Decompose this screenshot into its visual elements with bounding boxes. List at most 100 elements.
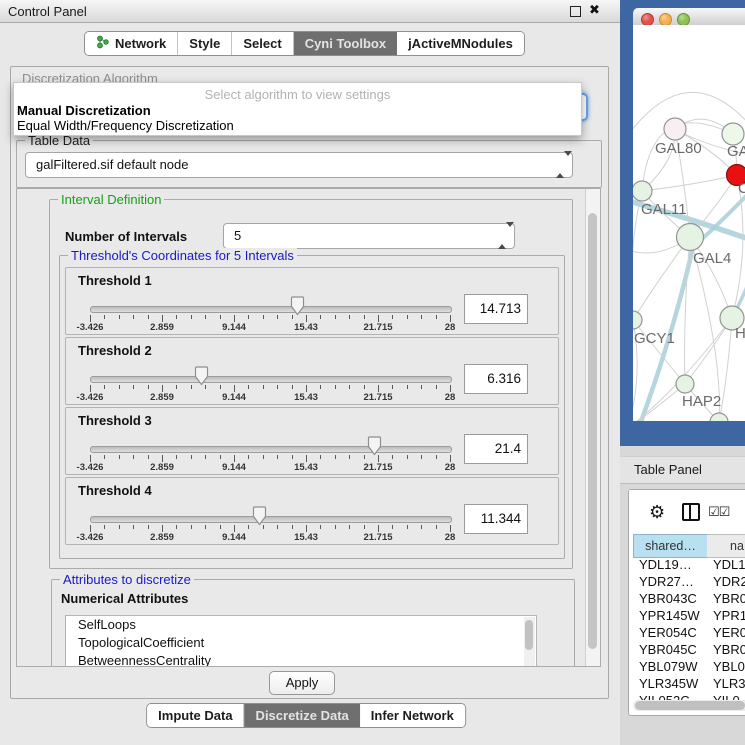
threshold-value-field[interactable]: 21.4 [464,434,528,464]
table-data-group: Table Data galFiltered.sif default node [16,140,602,188]
algorithm-option-manual[interactable]: Manual Discretization [17,103,151,118]
slider-tick-label: 21.715 [348,392,408,403]
thresholds-group-title: Threshold's Coordinates for 5 Intervals [68,248,297,263]
slider-tick-label: 9.144 [204,322,264,333]
bottom-tab-bar: Impute Data Discretize DataInfer Network [146,703,466,728]
tab-style[interactable]: Style [178,32,232,55]
slider-thumb[interactable] [367,436,382,456]
panel-vertical-scrollbar[interactable] [585,189,600,666]
table-row[interactable]: YPR145WYPR1 [633,607,745,624]
gear-icon[interactable]: ⚙ [649,502,665,523]
slider-tick [378,455,379,462]
threshold-value-field[interactable]: 6.316 [464,364,528,394]
tab-cyni-toolbox[interactable]: Cyni Toolbox [294,32,397,55]
network-node[interactable] [664,118,686,140]
number-of-intervals-combobox[interactable]: 5 [223,223,515,249]
table-row[interactable]: YBR043CYBR0 [633,590,745,607]
network-node[interactable] [677,224,704,251]
network-node[interactable] [633,181,652,201]
slider-tick-label: 21.715 [348,532,408,543]
threshold-value-field[interactable]: 11.344 [464,504,528,534]
slider-tick [248,525,249,529]
table-horizontal-scrollbar[interactable] [633,700,745,711]
attribute-list-item[interactable]: TopologicalCoefficient [66,634,536,652]
slider-track[interactable] [90,306,452,313]
bottom-tab-label: Impute Data [158,708,232,723]
cell-name: YDR2 [713,574,745,589]
algorithm-option-equal-width[interactable]: Equal Width/Frequency Discretization [17,118,234,133]
column-header-name[interactable]: na [707,534,745,558]
checkboxes-icon[interactable]: ☑☑ [708,504,729,520]
settings-scroll-panel: Interval Definition Number of Intervals … [16,188,601,667]
slider-tick-label: 9.144 [204,392,264,403]
attributes-group-title: Attributes to discretize [60,572,194,587]
tab-label: Cyni Toolbox [305,36,386,51]
network-node-label: GCY1 [634,330,675,347]
slider-tick [450,455,451,462]
column-header-shared[interactable]: shared… [633,534,708,558]
combo-stepper-icon [556,156,566,172]
slider-tick [133,455,134,459]
bottom-tab-discretize-data[interactable]: Discretize Data [245,704,360,727]
cell-name: YLR3 [713,676,745,691]
bottom-tab-infer-network[interactable]: Infer Network [360,704,465,727]
network-edge[interactable] [633,237,690,320]
slider-tick [234,525,235,532]
slider-tick [133,525,134,529]
cell-shared-name: YBL079W [639,659,698,674]
apply-button[interactable]: Apply [269,671,335,695]
attribute-list-item[interactable]: SelfLoops [66,616,536,634]
threshold-value-field[interactable]: 14.713 [464,294,528,324]
numerical-attributes-list[interactable]: SelfLoopsTopologicalCoefficientBetweenne… [65,615,537,667]
network-node[interactable] [722,123,744,145]
slider-tick [148,315,149,319]
slider-tick-label: 15.43 [276,392,336,403]
slider-tick [364,315,365,319]
columns-icon[interactable] [682,503,700,521]
slider-track[interactable] [90,516,452,523]
tab-select[interactable]: Select [232,32,293,55]
table-row[interactable]: YBR045CYBR0 [633,641,745,658]
algorithm-popup-hint: Select algorithm to view settings [14,87,581,102]
slider-thumb[interactable] [290,296,305,316]
slider-thumb[interactable] [252,506,267,526]
list-scrollbar[interactable] [524,617,535,667]
network-node[interactable] [710,413,728,421]
table-row[interactable]: YBL079WYBL0 [633,658,745,675]
slider-tick [392,315,393,319]
slider-tick [450,315,451,322]
network-edge[interactable] [642,175,737,191]
slider-tick-label: -3.426 [60,462,120,473]
table-row[interactable]: YER054CYER0 [633,624,745,641]
table-row[interactable]: YLR345WYLR3 [633,675,745,692]
slider-track[interactable] [90,376,452,383]
slider-tick-label: -3.426 [60,532,120,543]
close-panel-icon[interactable]: ✖ [589,2,600,18]
table-row[interactable]: YDR27…YDR2 [633,573,745,590]
slider-tick [133,385,134,389]
slider-tick [234,315,235,322]
attribute-list-item[interactable]: BetweennessCentrality [66,652,536,667]
slider-tick [104,525,105,529]
network-canvas[interactable]: GAL80GACGAL11GAL4GCY1HHAP2 [633,25,745,421]
slider-tick [148,385,149,389]
slider-thumb[interactable] [194,366,209,386]
slider-track[interactable] [90,446,452,453]
threshold-label: Threshold 3 [78,413,152,428]
slider-tick [90,455,91,462]
network-node[interactable] [676,375,694,393]
tab-jactivemnodules[interactable]: jActiveMNodules [397,32,524,55]
network-node[interactable] [633,311,642,329]
slider-tick [277,315,278,319]
slider-tick [421,385,422,389]
control-panel-titlebar: Control Panel ✖ [0,0,620,23]
bottom-tab-impute-data[interactable]: Impute Data [147,704,244,727]
algorithm-dropdown-popup: Select algorithm to view settings Manual… [13,82,582,136]
table-data-combobox[interactable]: galFiltered.sif default node [25,152,573,178]
slider-tick [349,385,350,389]
slider-tick [421,315,422,319]
tab-network[interactable]: Network [85,32,178,55]
float-panel-icon[interactable] [570,6,581,17]
slider-tick [277,455,278,459]
table-row[interactable]: YDL19…YDL1 [633,556,745,573]
